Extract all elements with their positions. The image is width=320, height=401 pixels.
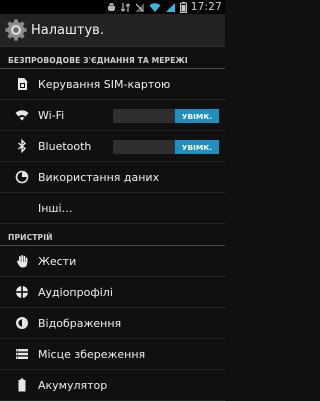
wifi-label: Wi-Fi: [38, 108, 65, 122]
storage-icon: [15, 347, 29, 361]
wifi-toggle-state: УВІМК.: [175, 109, 219, 123]
status-clock: 17:27: [190, 1, 222, 13]
data-usage-icon: [15, 170, 29, 184]
settings-app-icon[interactable]: [5, 19, 27, 41]
gestures-item[interactable]: Жести: [0, 246, 225, 277]
wifi-signal-icon: [149, 2, 161, 12]
storage-label: Місце збереження: [38, 347, 146, 361]
data-usage-label: Використання даних: [38, 170, 160, 184]
bluetooth-toggle-state: УВІМК.: [175, 140, 219, 154]
audio-profiles-item[interactable]: Аудіопрофілі: [0, 277, 225, 308]
display-item[interactable]: Відображення: [0, 308, 225, 339]
cell-signal-icon: [165, 2, 175, 12]
storage-item[interactable]: Місце збереження: [0, 339, 225, 370]
data-usage-item[interactable]: Використання даних: [0, 162, 225, 193]
section-header-device: ПРИСТРІЙ: [0, 224, 225, 246]
display-label: Відображення: [38, 316, 122, 330]
bluetooth-toggle[interactable]: УВІМК.: [113, 140, 219, 154]
transfer-icon: [120, 2, 130, 12]
battery-label: Акумулятор: [38, 378, 108, 392]
settings-list: БЕЗПРОВОДОВЕ З'ЄДНАННЯ ТА МЕРЕЖІ Керуван…: [0, 47, 225, 401]
battery-item[interactable]: Акумулятор: [0, 370, 225, 401]
page-title: Налаштув.: [31, 22, 104, 38]
audio-profiles-label: Аудіопрофілі: [38, 285, 113, 299]
sim-icon: [15, 77, 29, 91]
bluetooth-icon: [15, 139, 29, 153]
no-signal-icon: [134, 2, 144, 12]
sim-management-label: Керування SIM-картою: [38, 77, 171, 91]
android-notification-icon: [107, 2, 115, 11]
display-icon: [15, 316, 29, 330]
more-label: Інші…: [38, 201, 73, 215]
bluetooth-label: Bluetooth: [38, 139, 92, 153]
battery-status-icon: [179, 1, 187, 13]
battery-icon: [15, 378, 29, 392]
action-bar: Налаштув.: [0, 14, 225, 47]
wifi-item[interactable]: Wi-Fi УВІМК.: [0, 100, 225, 131]
wifi-icon: [15, 108, 29, 122]
status-bar: 17:27: [0, 0, 225, 14]
sim-management-item[interactable]: Керування SIM-картою: [0, 69, 225, 100]
gesture-hand-icon: [15, 254, 29, 268]
bluetooth-item[interactable]: Bluetooth УВІМК.: [0, 131, 225, 162]
wifi-toggle[interactable]: УВІМК.: [113, 109, 219, 123]
audio-profiles-icon: [15, 285, 29, 299]
section-header-wireless: БЕЗПРОВОДОВЕ З'ЄДНАННЯ ТА МЕРЕЖІ: [0, 47, 225, 69]
more-item[interactable]: Інші…: [0, 193, 225, 224]
gestures-label: Жести: [38, 254, 77, 268]
